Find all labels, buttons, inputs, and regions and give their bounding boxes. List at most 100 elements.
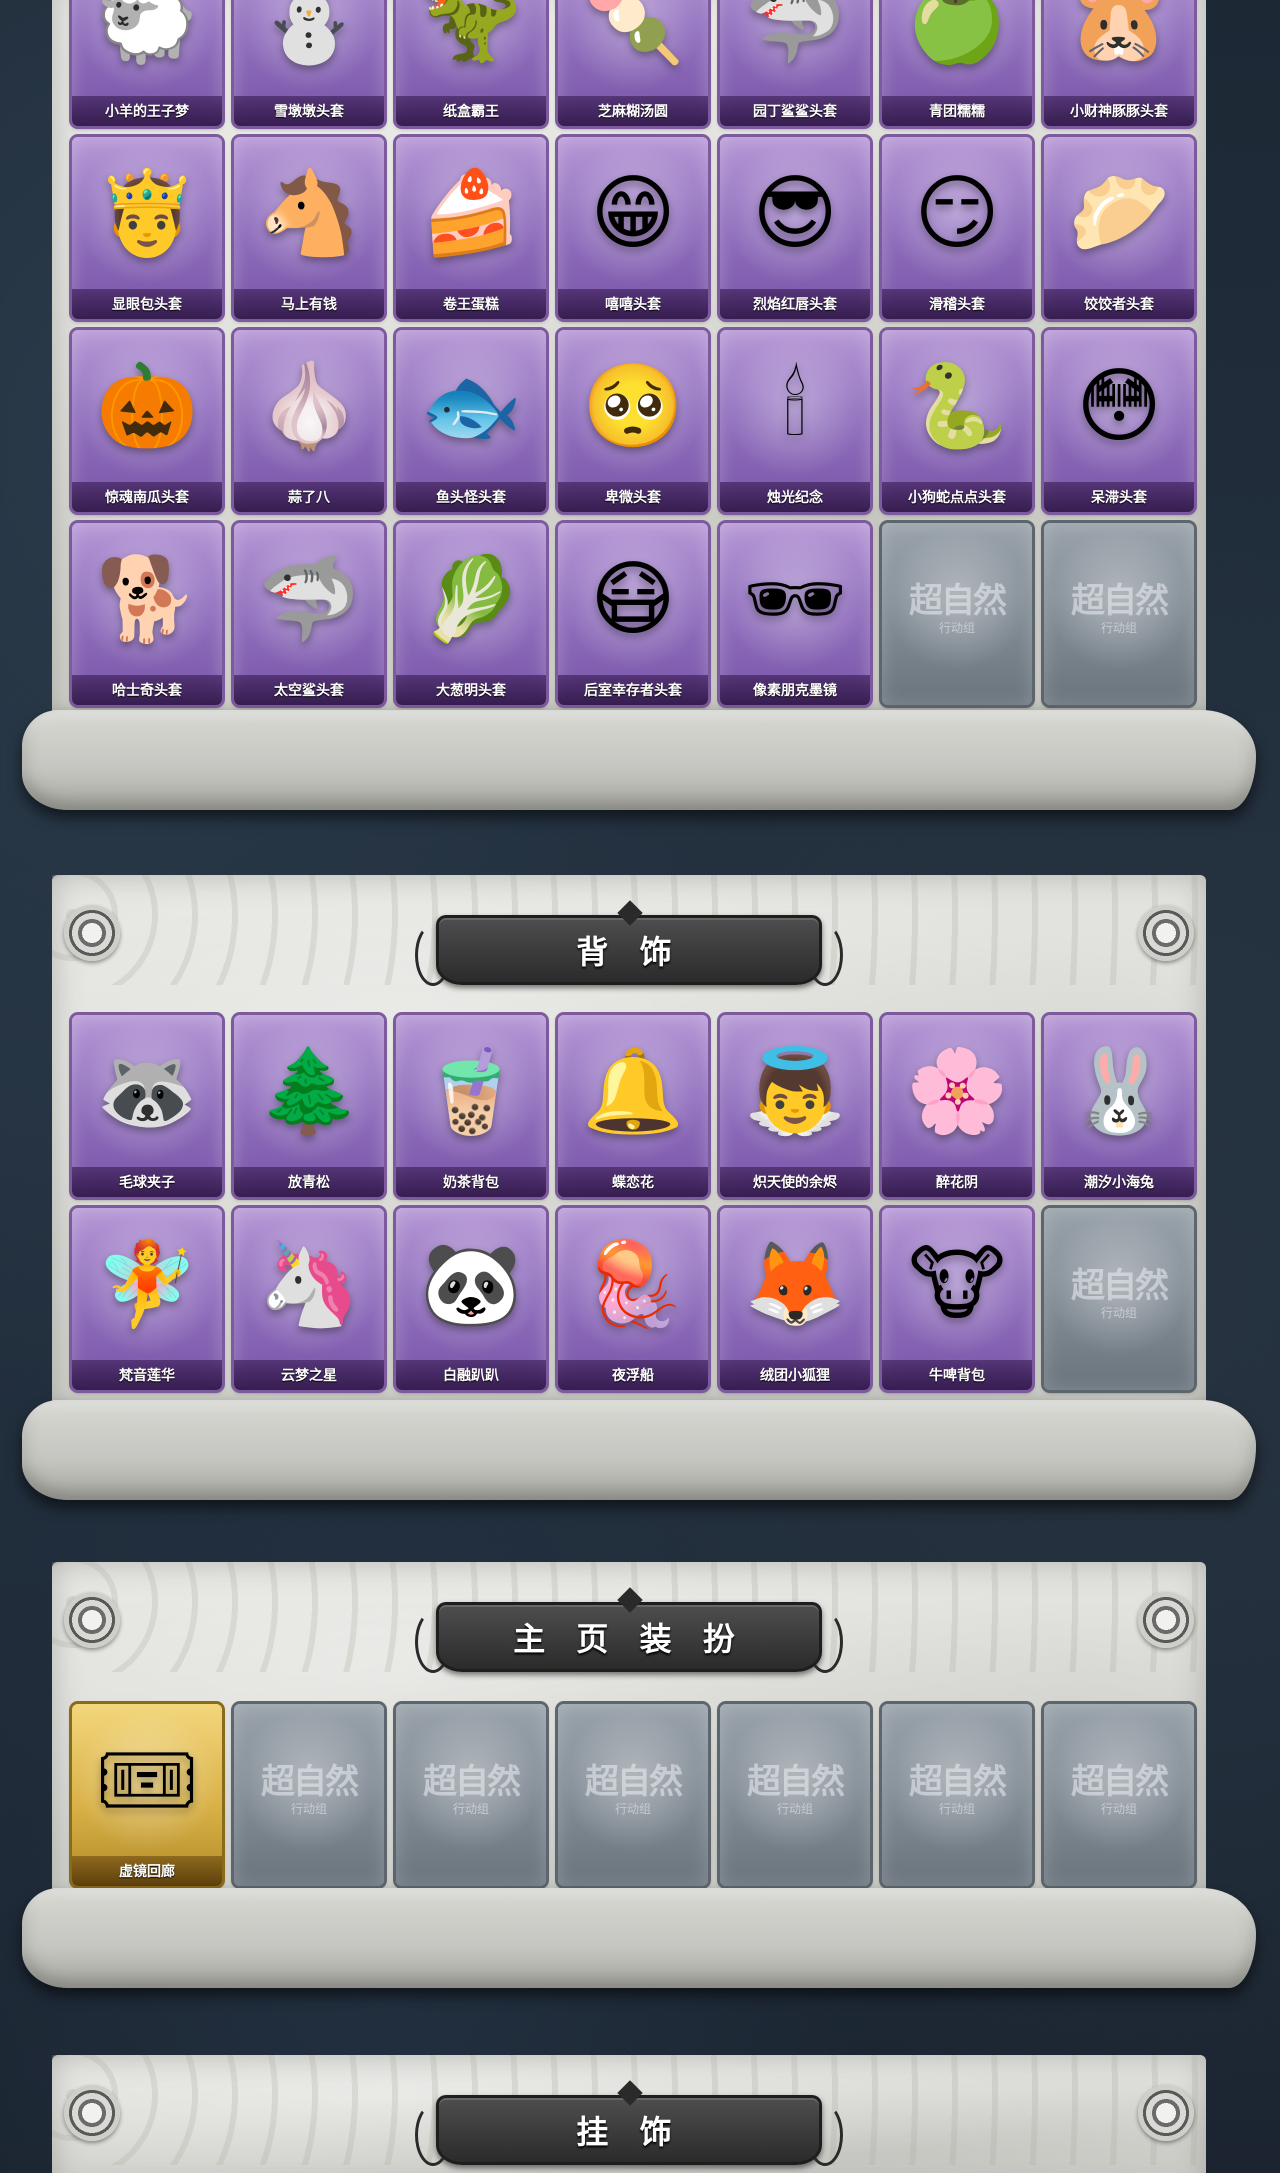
ornament-right-icon: [1138, 1592, 1194, 1648]
item-label: 醉花阴: [882, 1167, 1032, 1197]
capybara-head-icon: 🐹: [1067, 0, 1171, 68]
sheep-head-icon: 🐑: [95, 0, 199, 68]
item-card[interactable]: 🦄 云梦之星: [234, 1208, 384, 1390]
item-label: 绒团小狐狸: [720, 1360, 870, 1390]
item-card[interactable]: 🐑 小羊的王子梦: [72, 0, 222, 126]
item-card[interactable]: 🪼 夜浮船: [558, 1208, 708, 1390]
locked-item-card[interactable]: 超自然 行动组: [1044, 523, 1194, 705]
item-label: 夜浮船: [558, 1360, 708, 1390]
locked-logo-subtext: 行动组: [452, 1802, 489, 1816]
crowned-bun-icon: 🤴: [95, 166, 199, 261]
locked-item-card[interactable]: 超自然 行动组: [882, 1704, 1032, 1886]
item-label: 梵音莲华: [72, 1360, 222, 1390]
item-label: 滑稽头套: [882, 289, 1032, 319]
item-label: 饺饺者头套: [1044, 289, 1194, 319]
locked-item-card[interactable]: 超自然 行动组: [396, 1704, 546, 1886]
item-card[interactable]: 😳 呆滞头套: [1044, 330, 1194, 512]
item-label: 放青松: [234, 1167, 384, 1197]
item-card[interactable]: 🦝 毛球夹子: [72, 1015, 222, 1197]
item-label: 马上有钱: [234, 289, 384, 319]
cardboard-dino-icon: 🦖: [419, 0, 523, 68]
item-card[interactable]: 😏 滑稽头套: [882, 137, 1032, 319]
item-card[interactable]: 🌲 放青松: [234, 1015, 384, 1197]
item-card[interactable]: 🐼 白融趴趴: [396, 1208, 546, 1390]
item-label: 小财神豚豚头套: [1044, 96, 1194, 126]
item-card[interactable]: 🐴 马上有钱: [234, 137, 384, 319]
item-label: 后室幸存者头套: [558, 675, 708, 705]
locked-logo-subtext: 行动组: [938, 621, 975, 635]
locked-logo-text: 超自然: [585, 1762, 683, 1802]
locked-item-card[interactable]: 超自然 行动组: [1044, 1704, 1194, 1886]
back-scroll-bottom: [22, 1400, 1256, 1500]
item-label: 白融趴趴: [396, 1360, 546, 1390]
locked-item-card[interactable]: 超自然 行动组: [1044, 1208, 1194, 1390]
grin-face-icon: 😁: [590, 166, 676, 261]
ornament-left-icon: [64, 905, 120, 961]
homepage-section-header: 主 页 装 扮: [52, 1562, 1206, 1673]
item-card[interactable]: 😎 烈焰红唇头套: [720, 137, 870, 319]
item-label: 芝麻糊汤圆: [558, 96, 708, 126]
item-card[interactable]: 🥟 饺饺者头套: [1044, 137, 1194, 319]
item-card[interactable]: 🐟 鱼头怪头套: [396, 330, 546, 512]
item-card[interactable]: 🦊 绒团小狐狸: [720, 1208, 870, 1390]
locked-item-card[interactable]: 超自然 行动组: [234, 1704, 384, 1886]
item-label: 鱼头怪头套: [396, 482, 546, 512]
item-card[interactable]: 🐰 潮汐小海兔: [1044, 1015, 1194, 1197]
item-card[interactable]: 🌸 醉花阴: [882, 1015, 1032, 1197]
humble-face-icon: 🥺: [581, 359, 685, 454]
item-card[interactable]: 🍡 芝麻糊汤圆: [558, 0, 708, 126]
item-card[interactable]: 🍏 青团糯糯: [882, 0, 1032, 126]
item-card[interactable]: 🕯 烛光纪念: [720, 330, 870, 512]
item-card[interactable]: 😷 后室幸存者头套: [558, 523, 708, 705]
husky-head-icon: 🐕: [95, 552, 199, 647]
locked-item-card[interactable]: 超自然 行动组: [558, 1704, 708, 1886]
jellyfish-icon: 🪼: [581, 1237, 685, 1332]
item-card[interactable]: 👼 炽天使的余烬: [720, 1015, 870, 1197]
locked-logo-text: 超自然: [1071, 1266, 1169, 1306]
item-label: 潮汐小海兔: [1044, 1167, 1194, 1197]
item-card[interactable]: 🦈 园丁鲨鲨头套: [720, 0, 870, 126]
item-card[interactable]: 😁 嘻嘻头套: [558, 137, 708, 319]
item-card[interactable]: 🦖 纸盒霸王: [396, 0, 546, 126]
bonsai-pine-icon: 🌲: [257, 1044, 361, 1139]
item-label: 卑微头套: [558, 482, 708, 512]
item-card[interactable]: 🐮 牛啤背包: [882, 1208, 1032, 1390]
item-card[interactable]: 🧚 梵音莲华: [72, 1208, 222, 1390]
item-card[interactable]: 🧄 蒜了八: [234, 330, 384, 512]
gas-mask-icon: 😷: [590, 552, 676, 647]
item-card[interactable]: 🦈 太空鲨头套: [234, 523, 384, 705]
back-section-banner: 背 饰: [415, 900, 843, 986]
locked-logo-text: 超自然: [747, 1762, 845, 1802]
item-label: 惊魂南瓜头套: [72, 482, 222, 512]
locked-logo-subtext: 行动组: [1100, 1306, 1137, 1320]
raccoon-drummer-icon: 🦝: [95, 1044, 199, 1139]
item-card[interactable]: 🍰 卷王蛋糕: [396, 137, 546, 319]
locked-logo-text: 超自然: [909, 1762, 1007, 1802]
item-label: 烈焰红唇头套: [720, 289, 870, 319]
item-card[interactable]: 🐹 小财神豚豚头套: [1044, 0, 1194, 126]
item-card[interactable]: 🔔 蝶恋花: [558, 1015, 708, 1197]
item-card[interactable]: ⛄ 雪墩墩头套: [234, 0, 384, 126]
item-card[interactable]: 🎟 虚镜回廊: [72, 1704, 222, 1886]
item-card[interactable]: 🎃 惊魂南瓜头套: [72, 330, 222, 512]
lotus-angel-icon: 🧚: [95, 1237, 199, 1332]
garlic-head-icon: 🧄: [257, 359, 361, 454]
flower-ornament-icon: 🌸: [905, 1044, 1009, 1139]
item-card[interactable]: 🥺 卑微头套: [558, 330, 708, 512]
item-label: 显眼包头套: [72, 289, 222, 319]
locked-item-card[interactable]: 超自然 行动组: [882, 523, 1032, 705]
item-card[interactable]: 🥬 大葱明头套: [396, 523, 546, 705]
item-label: 哈士奇头套: [72, 675, 222, 705]
item-card[interactable]: 🧋 奶茶背包: [396, 1015, 546, 1197]
cow-beer-icon: 🐮: [908, 1237, 1006, 1332]
item-label: 青团糯糯: [882, 96, 1032, 126]
item-card[interactable]: 🤴 显眼包头套: [72, 137, 222, 319]
locked-item-card[interactable]: 超自然 行动组: [720, 1704, 870, 1886]
item-card[interactable]: 🕶 像素朋克墨镜: [720, 523, 870, 705]
item-card[interactable]: 🐕 哈士奇头套: [72, 523, 222, 705]
item-card[interactable]: 🐍 小狗蛇点点头套: [882, 330, 1032, 512]
ornament-left-icon: [64, 1592, 120, 1648]
item-label: 嘻嘻头套: [558, 289, 708, 319]
item-label: 蝶恋花: [558, 1167, 708, 1197]
fish-head-icon: 🐟: [419, 359, 523, 454]
